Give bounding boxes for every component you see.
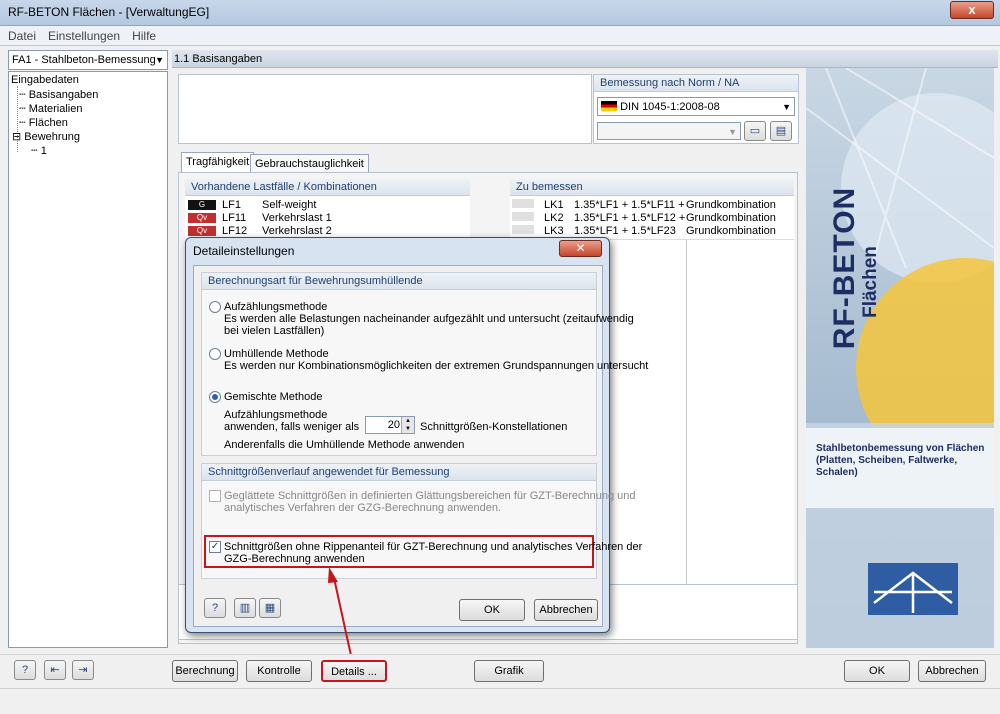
ok-button[interactable]: OK — [844, 660, 910, 682]
details-button[interactable]: Details ... — [321, 660, 387, 682]
status-bar — [0, 688, 1000, 714]
import-icon[interactable]: ⇥ — [72, 660, 94, 680]
graphic-button[interactable]: Grafik — [474, 660, 544, 682]
annotation-arrow — [328, 567, 353, 661]
export-icon[interactable]: ⇤ — [44, 660, 66, 680]
cancel-button[interactable]: Abbrechen — [918, 660, 986, 682]
help-icon[interactable]: ? — [14, 660, 36, 680]
check-button[interactable]: Kontrolle — [246, 660, 312, 682]
calculation-button[interactable]: Berechnung — [172, 660, 238, 682]
